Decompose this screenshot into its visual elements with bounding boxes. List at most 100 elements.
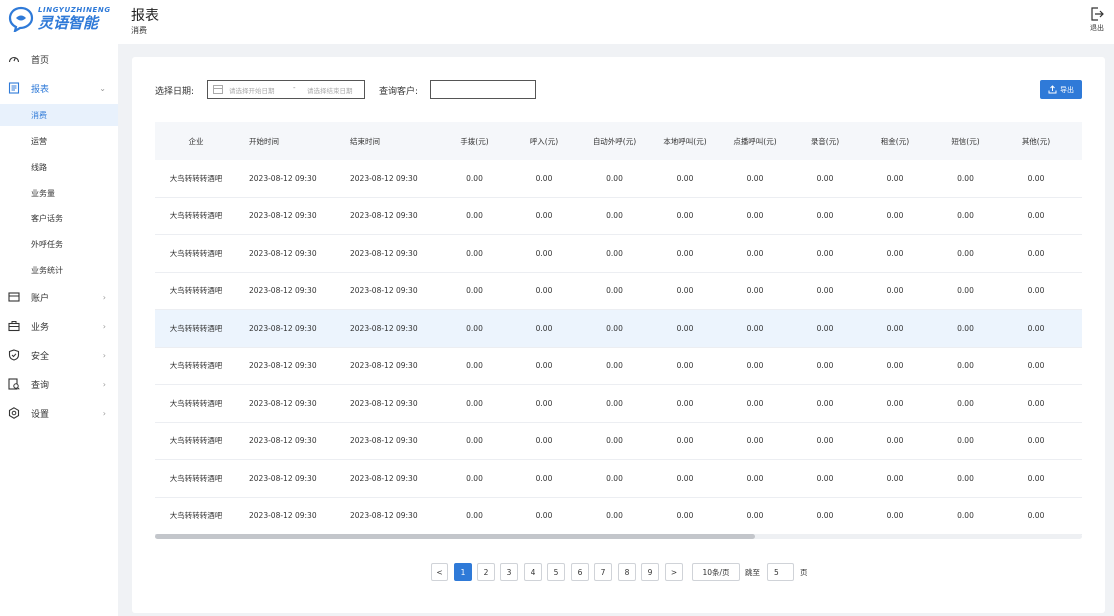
horizontal-scrollbar[interactable] <box>155 534 1082 539</box>
sidebar-subitem-label: 业务量 <box>31 188 55 198</box>
sidebar-item-query[interactable]: 查询 › <box>0 371 118 397</box>
table-cell: 0.00 <box>466 173 483 183</box>
sidebar-subitem-consumption[interactable]: 消费 <box>0 104 118 126</box>
query-icon <box>8 378 20 390</box>
table-row[interactable]: 大鸟转转转酒吧 2023-08-12 09:30 2023-08-12 09:30 0… <box>155 347 1082 385</box>
table-cell: 2023-08-12 09:30 <box>350 361 418 371</box>
table-cell: 0.00 <box>466 323 483 333</box>
table-row[interactable]: 大鸟转转转酒吧 2023-08-12 09:30 2023-08-12 09:30 0… <box>155 497 1082 535</box>
table-cell: 2023-08-12 09:30 <box>350 173 418 183</box>
page-button-7[interactable]: 7 <box>594 563 612 581</box>
table-cell: 0.00 <box>816 436 834 446</box>
table-cell: 0.00 <box>1027 248 1045 258</box>
sidebar-item-label: 报表 <box>31 84 50 95</box>
page-button-9[interactable]: 9 <box>641 563 659 581</box>
table-cell: 0.00 <box>746 286 764 296</box>
table-row[interactable]: 大鸟转转转酒吧 2023-08-12 09:30 2023-08-12 09:30 0… <box>155 422 1082 460</box>
page-size-select[interactable]: 10条/页 <box>692 563 740 581</box>
table-row[interactable]: 大鸟转转转酒吧 2023-08-12 09:30 2023-08-12 09:30 0… <box>155 460 1082 498</box>
prev-page-button[interactable]: < <box>431 563 448 581</box>
page-button-2[interactable]: 2 <box>477 563 495 581</box>
sidebar-item-settings[interactable]: 设置 › <box>0 400 118 426</box>
table-cell: 2023-08-12 09:30 <box>249 173 317 183</box>
sidebar-item-security[interactable]: 安全 › <box>0 342 118 368</box>
table-cell: 0.00 <box>1027 473 1045 483</box>
sidebar-subitem-outbound-tasks[interactable]: 外呼任务 <box>0 233 118 255</box>
page-title: 报表 <box>131 8 159 24</box>
page-button-8[interactable]: 8 <box>618 563 636 581</box>
sidebar-item-home[interactable]: 首页 <box>0 46 118 72</box>
table-cell: 2023-08-12 09:30 <box>350 436 418 446</box>
sidebar-subitem-label: 业务统计 <box>31 265 63 275</box>
table-cell: 0.00 <box>816 473 834 483</box>
sidebar-item-account[interactable]: 账户 › <box>0 284 118 310</box>
table-cell: 大鸟转转转酒吧 <box>169 361 223 371</box>
table-cell: 0.00 <box>676 248 694 258</box>
table-cell: 2023-08-12 09:30 <box>350 473 418 483</box>
sidebar-subitem-customer-traffic[interactable]: 客户话务 <box>0 207 118 229</box>
page-button-3[interactable]: 3 <box>500 563 518 581</box>
table-cell: 0.00 <box>746 323 764 333</box>
table-cell: 0.00 <box>535 361 553 371</box>
logout-button[interactable]: 退出 <box>1090 7 1104 33</box>
table-row[interactable]: 大鸟转转转酒吧 2023-08-12 09:30 2023-08-12 09:30 0… <box>155 272 1082 310</box>
table-row[interactable]: 大鸟转转转酒吧 2023-08-12 09:30 2023-08-12 09:30 0… <box>155 160 1082 198</box>
end-date-input[interactable]: 请选择结束日期 <box>307 85 353 95</box>
table-cell: 2023-08-12 09:30 <box>249 248 317 258</box>
sidebar-subitem-lines[interactable]: 线路 <box>0 156 118 178</box>
sidebar-subitem-label: 消费 <box>31 110 47 120</box>
next-page-button[interactable]: > <box>665 563 683 581</box>
table-cell: 0.00 <box>746 248 764 258</box>
table-cell: 0.00 <box>676 323 694 333</box>
table-cell: 0.00 <box>886 511 904 521</box>
table-cell: 0.00 <box>606 361 623 371</box>
table-cell: 0.00 <box>676 173 694 183</box>
sidebar-subitem-business-stats[interactable]: 业务统计 <box>0 259 118 281</box>
table-cell: 0.00 <box>606 173 623 183</box>
table-cell: 0.00 <box>535 248 553 258</box>
logo-chinese-text: 灵语智能 <box>38 14 99 32</box>
date-range-picker[interactable]: 请选择开始日期 - 请选择结束日期 <box>207 80 365 99</box>
sidebar-subitem-operations[interactable]: 运营 <box>0 130 118 152</box>
logout-icon <box>1091 7 1104 21</box>
table-cell: 0.00 <box>816 173 834 183</box>
page-button-4[interactable]: 4 <box>524 563 542 581</box>
table-cell: 0.00 <box>535 511 553 521</box>
table-cell: 大鸟转转转酒吧 <box>169 436 223 446</box>
table-cell: 0.00 <box>816 286 834 296</box>
calendar-icon <box>213 85 223 94</box>
table-cell: 0.00 <box>816 398 834 408</box>
start-date-input[interactable]: 请选择开始日期 <box>229 85 275 95</box>
table-cell: 0.00 <box>535 211 553 221</box>
sidebar-item-business[interactable]: 业务 › <box>0 313 118 339</box>
table-cell: 0.00 <box>466 473 483 483</box>
export-button[interactable]: 导出 <box>1040 80 1082 99</box>
table-row[interactable]: 大鸟转转转酒吧 2023-08-12 09:30 2023-08-12 09:30 0… <box>155 310 1082 348</box>
table-cell: 0.00 <box>1027 323 1045 333</box>
page-button-1[interactable]: 1 <box>454 563 472 581</box>
page-button-6[interactable]: 6 <box>571 563 589 581</box>
table-row[interactable]: 大鸟转转转酒吧 2023-08-12 09:30 2023-08-12 09:30 0… <box>155 235 1082 273</box>
table-cell: 0.00 <box>816 211 834 221</box>
jump-page-input[interactable]: 5 <box>767 563 794 581</box>
chevron-right-icon: › <box>102 408 106 418</box>
customer-search-input[interactable] <box>430 80 536 99</box>
table-cell: 0.00 <box>746 398 764 408</box>
table-row[interactable]: 大鸟转转转酒吧 2023-08-12 09:30 2023-08-12 09:30 0… <box>155 197 1082 235</box>
sidebar-subitem-business-volume[interactable]: 业务量 <box>0 182 118 204</box>
chevron-down-icon: ⌄ <box>99 83 106 93</box>
briefcase-icon <box>8 321 20 332</box>
page-button-5[interactable]: 5 <box>547 563 565 581</box>
table-cell: 0.00 <box>886 323 904 333</box>
table-cell: 0.00 <box>606 323 623 333</box>
table-cell: 2023-08-12 09:30 <box>249 323 317 333</box>
sidebar-item-reports[interactable]: 报表 ⌄ <box>0 75 118 101</box>
brand-logo[interactable]: LINGYUZHINENG 灵语智能 <box>8 6 111 34</box>
scrollbar-thumb[interactable] <box>155 534 755 539</box>
dashboard-icon <box>8 56 20 63</box>
sidebar-item-label: 账户 <box>31 293 50 304</box>
table-cell: 0.00 <box>746 211 764 221</box>
table-cell: 大鸟转转转酒吧 <box>169 211 223 221</box>
table-row[interactable]: 大鸟转转转酒吧 2023-08-12 09:30 2023-08-12 09:30 0… <box>155 385 1082 423</box>
table-cell: 大鸟转转转酒吧 <box>169 511 223 521</box>
